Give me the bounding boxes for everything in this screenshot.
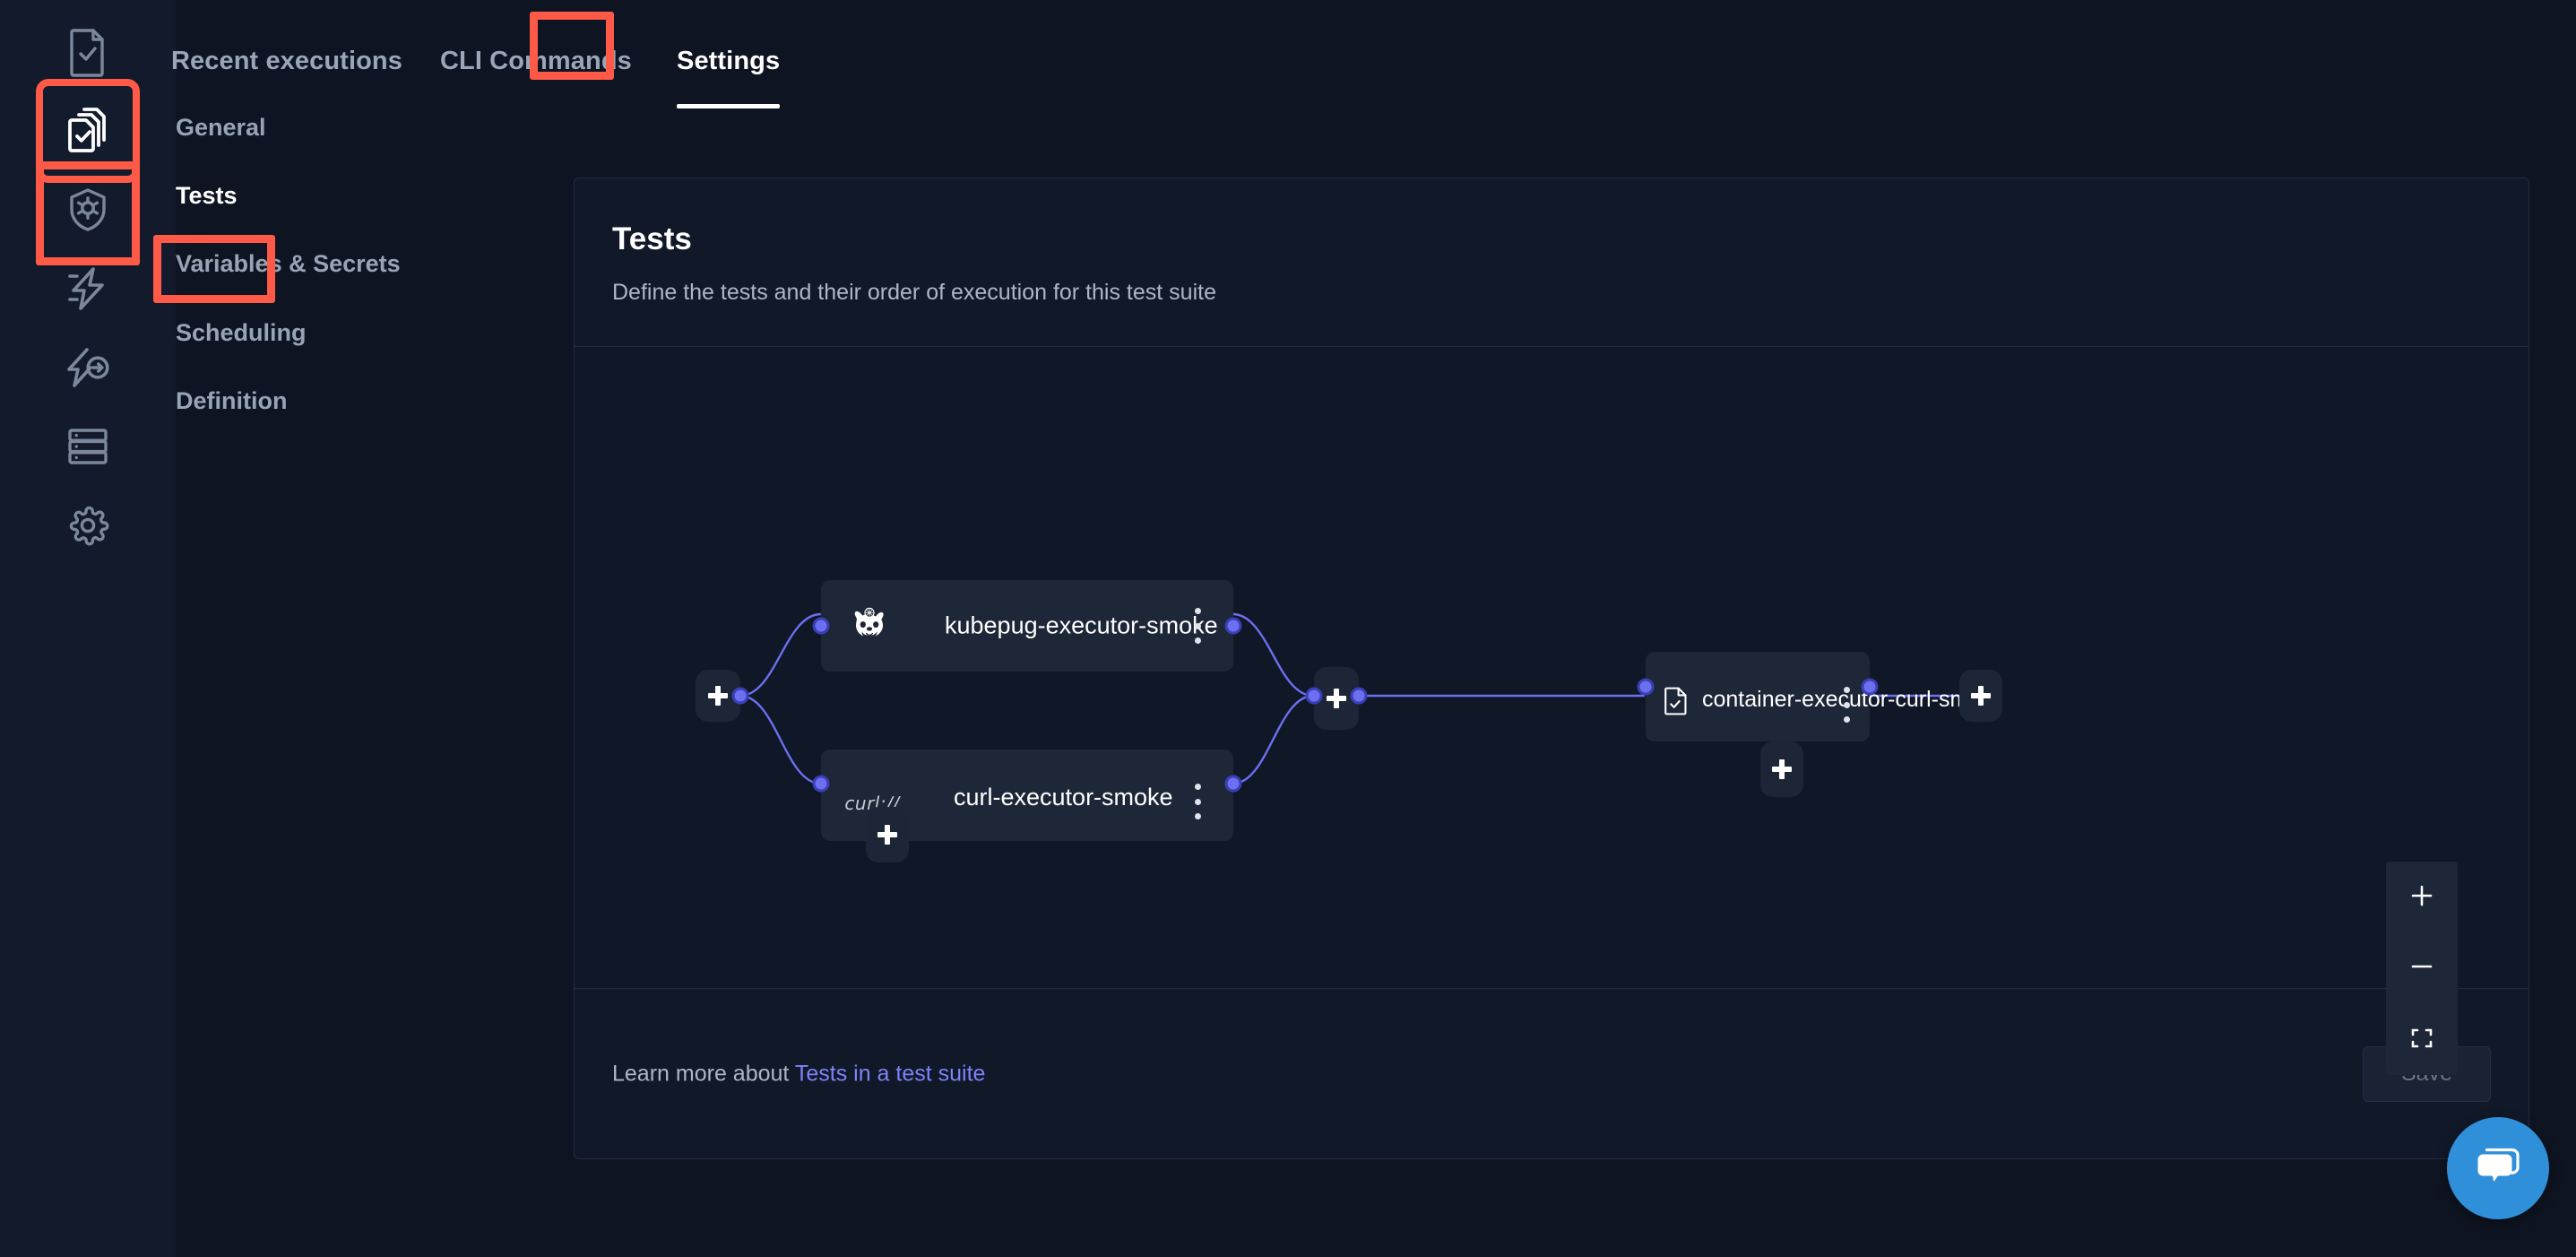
add-parallel-step-left-button[interactable] [866, 807, 909, 863]
tab-recent-executions[interactable]: Recent executions [171, 47, 402, 76]
edge-handle-source[interactable] [731, 687, 749, 705]
flow-node-menu-button[interactable] [1194, 784, 1201, 819]
shield-gear-icon [65, 186, 111, 233]
kubepug-pug-icon [850, 606, 889, 646]
add-step-middle-button[interactable] [1305, 667, 1368, 730]
sidebar-item-general[interactable]: General [176, 102, 480, 152]
document-check-icon [65, 27, 111, 77]
sidebar-item-label: Definition [176, 386, 288, 414]
tab-label: CLI Commands [440, 47, 632, 75]
learn-more-text: Learn more about Tests in a test suite [612, 1061, 985, 1087]
dot [1194, 813, 1201, 819]
dot [1843, 716, 1850, 723]
tab-label: Settings [677, 47, 781, 75]
flow-node-label: kubepug-executor-smoke [945, 611, 1218, 639]
rail-item-executors[interactable] [43, 402, 133, 491]
sidebar-item-definition[interactable]: Definition [176, 376, 480, 426]
minus-icon [2408, 953, 2435, 983]
canvas-zoom-controls [2386, 862, 2458, 1075]
flow-node-label: curl-executor-smoke [954, 784, 1173, 811]
plus-icon [1971, 686, 1991, 706]
sidebar-item-tests[interactable]: Tests [176, 170, 480, 221]
plus-icon [2408, 882, 2435, 912]
edge-handle-target[interactable] [812, 617, 830, 635]
document-check-icon [1662, 687, 1690, 715]
edge-handle-source[interactable] [1861, 678, 1879, 696]
dot [1194, 784, 1201, 790]
sidebar-item-variables-secrets[interactable]: Variables & Secrets [176, 238, 480, 289]
plus-icon [708, 686, 728, 706]
tab-label: Recent executions [171, 47, 402, 75]
flow-node-label: container-executor-curl-smo… [1702, 687, 2004, 712]
tab-settings[interactable]: Settings [677, 47, 781, 108]
dot [1843, 701, 1850, 708]
rail-item-settings[interactable] [43, 481, 133, 570]
sidebar-item-label: Tests [176, 181, 238, 209]
edge-handle-target[interactable] [1637, 678, 1655, 696]
zoom-in-button[interactable] [2386, 862, 2458, 932]
rail-item-sources[interactable] [43, 165, 133, 255]
tests-in-a-test-suite-link[interactable]: Tests in a test suite [795, 1061, 986, 1086]
edge-handle-target[interactable] [812, 775, 830, 793]
card-footer: Learn more about Tests in a test suite S… [575, 988, 2528, 1158]
learn-more-prefix: Learn more about [612, 1061, 795, 1086]
app-root: Recent executions CLI Commands Settings … [0, 0, 2576, 1257]
flow-node-kubepug[interactable]: kubepug-executor-smoke [812, 580, 1242, 672]
flow-canvas[interactable]: kubepug-executor-smoke curl:// curl-exec… [575, 347, 2528, 989]
sidebar-item-scheduling[interactable]: Scheduling [176, 308, 480, 358]
fit-view-icon [2409, 1026, 2434, 1053]
dot [1194, 798, 1201, 805]
plus-icon [877, 825, 897, 845]
lightning-arrow-icon [64, 344, 112, 391]
chat-bubble-icon [2474, 1144, 2522, 1193]
edge-handle-target[interactable] [1305, 687, 1323, 705]
dot [1194, 622, 1201, 629]
tab-cli-commands[interactable]: CLI Commands [440, 47, 632, 76]
dot [1843, 687, 1850, 693]
gear-icon [65, 502, 111, 549]
icon-rail [0, 0, 176, 1257]
edge-handle-source[interactable] [1224, 775, 1242, 793]
fit-view-button[interactable] [2386, 1004, 2458, 1075]
add-step-end-button[interactable] [1959, 670, 2002, 722]
add-parallel-step-right-button[interactable] [1760, 741, 1803, 797]
rail-item-test-suites[interactable] [36, 79, 140, 183]
edge-handle-source[interactable] [1224, 617, 1242, 635]
tests-settings-card: Tests Define the tests and their order o… [574, 178, 2529, 1159]
dot [1194, 608, 1201, 614]
lightning-bolt-icon [65, 265, 111, 312]
page-title: Tests [612, 221, 692, 256]
rail-item-tests[interactable] [43, 7, 133, 97]
stacked-documents-check-icon [63, 106, 113, 156]
add-step-start-button[interactable] [696, 670, 749, 722]
sidebar-item-label: Scheduling [176, 318, 307, 346]
sidebar-item-label: Variables & Secrets [176, 249, 401, 277]
active-tab-underline [677, 104, 781, 108]
dot [1194, 637, 1201, 644]
card-header: Tests Define the tests and their order o… [575, 178, 2528, 347]
plus-icon [1327, 689, 1346, 708]
server-stack-icon [65, 425, 111, 468]
flow-node-container[interactable]: container-executor-curl-smo… [1637, 652, 2003, 741]
zoom-out-button[interactable] [2386, 932, 2458, 1003]
rail-item-webhooks[interactable] [43, 323, 133, 412]
flow-node-menu-button[interactable] [1194, 608, 1201, 644]
settings-sidenav: General Tests Variables & Secrets Schedu… [176, 114, 574, 1257]
flow-node-menu-button[interactable] [1843, 687, 1850, 723]
sidebar-item-label: General [176, 113, 266, 141]
edge-handle-source[interactable] [1350, 687, 1368, 705]
top-tabs: Recent executions CLI Commands Settings [171, 0, 2576, 140]
page-subtitle: Define the tests and their order of exec… [612, 280, 1216, 305]
chat-widget-button[interactable] [2447, 1117, 2549, 1219]
rail-item-triggers[interactable] [43, 244, 133, 334]
plus-icon [1772, 759, 1792, 779]
